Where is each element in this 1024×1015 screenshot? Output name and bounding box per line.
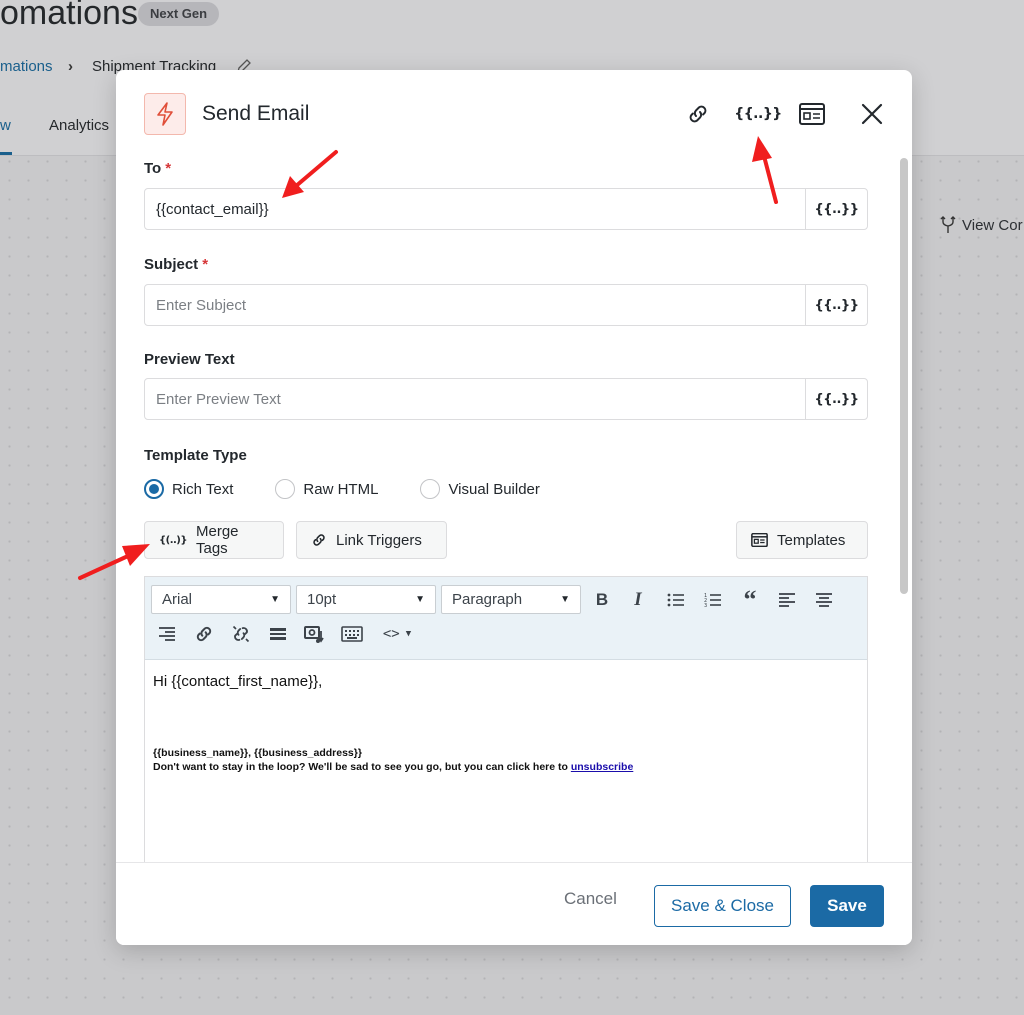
breadcrumb-parent-link[interactable]: mations xyxy=(0,58,53,75)
close-icon[interactable] xyxy=(856,98,888,130)
required-marker: * xyxy=(202,256,209,273)
unsubscribe-text: Don't want to stay in the loop? We'll be… xyxy=(153,761,568,773)
blockquote-icon[interactable]: “ xyxy=(736,585,764,614)
to-label-text: To xyxy=(144,160,162,177)
chevron-down-icon: ▼ xyxy=(270,594,280,605)
radio-raw-html[interactable]: Raw HTML xyxy=(275,479,378,499)
radio-label: Rich Text xyxy=(172,480,234,498)
tab-active-indicator xyxy=(0,152,12,155)
keyboard-icon[interactable] xyxy=(338,620,366,648)
required-marker: * xyxy=(165,160,172,177)
merge-tags-label: Merge Tags xyxy=(195,523,239,557)
svg-text:3: 3 xyxy=(704,603,707,608)
align-right-icon[interactable] xyxy=(153,620,181,648)
preview-merge-tags-button[interactable]: {{..}} xyxy=(805,379,867,419)
preview-text-label: Preview Text xyxy=(144,351,235,368)
radio-rich-text[interactable]: Rich Text xyxy=(144,479,233,499)
unsubscribe-link[interactable]: unsubscribe xyxy=(571,761,633,773)
to-field[interactable] xyxy=(145,189,805,229)
cancel-button[interactable]: Cancel xyxy=(564,889,617,909)
font-family-value: Arial xyxy=(162,591,193,608)
modal-footer: Cancel Save & Close Save xyxy=(116,862,912,945)
unsubscribe-line: Don't want to stay in the loop? We'll be… xyxy=(153,760,859,774)
link-icon[interactable] xyxy=(682,98,714,130)
preview-icon[interactable] xyxy=(796,98,828,130)
view-contacts-link[interactable]: View Cor xyxy=(940,216,1023,234)
bullet-list-icon[interactable] xyxy=(662,586,690,614)
breadcrumb-separator: › xyxy=(68,58,73,75)
template-type-options: Rich Text Raw HTML Visual Builder xyxy=(144,479,582,499)
bold-icon[interactable]: B xyxy=(588,586,616,614)
rich-text-editor: Arial ▼ 10pt ▼ Paragraph ▼ B I 123 “ <> … xyxy=(144,576,868,876)
link-triggers-label: Link Triggers xyxy=(336,531,422,549)
block-format-select[interactable]: Paragraph ▼ xyxy=(441,585,581,614)
subject-label: Subject * xyxy=(144,256,208,273)
to-label: To * xyxy=(144,160,171,177)
radio-label: Visual Builder xyxy=(448,480,540,498)
preview-text-input[interactable] xyxy=(145,379,805,419)
templates-label: Templates xyxy=(777,531,846,549)
lightning-icon xyxy=(144,93,186,135)
send-email-modal: Send Email {{..}} To* {{..}} Subject* {{… xyxy=(116,70,912,945)
radio-visual-builder[interactable]: Visual Builder xyxy=(420,479,540,499)
font-size-value: 10pt xyxy=(307,591,337,608)
editor-toolbar: Arial ▼ 10pt ▼ Paragraph ▼ B I 123 “ <> … xyxy=(145,577,867,660)
template-icon xyxy=(751,533,768,547)
to-merge-tags-button[interactable]: {{..}} xyxy=(805,189,867,229)
preview-text-field-group: {{..}} xyxy=(144,378,868,420)
modal-scrollbar[interactable] xyxy=(900,158,908,594)
modal-title: Send Email xyxy=(202,102,310,125)
insert-link-icon[interactable] xyxy=(190,620,218,648)
subject-merge-tags-button[interactable]: {{..}} xyxy=(805,285,867,325)
insert-image-icon[interactable] xyxy=(301,620,329,648)
link-triggers-button[interactable]: Link Triggers xyxy=(296,521,447,559)
business-info-line: {{business_name}}, {{business_address}} xyxy=(153,747,362,759)
subject-input[interactable] xyxy=(145,285,805,325)
page-title: omations xyxy=(0,0,138,32)
radio-indicator xyxy=(275,479,296,499)
view-contacts-label: View Cor xyxy=(962,216,1023,234)
subject-label-text: Subject xyxy=(144,256,199,273)
unlink-icon[interactable] xyxy=(227,620,255,648)
to-field-group: {{..}} xyxy=(144,188,868,230)
font-family-select[interactable]: Arial ▼ xyxy=(151,585,291,614)
editor-content[interactable]: Hi {{contact_first_name}}, {{business_na… xyxy=(153,673,859,774)
code-brackets-icon: <> xyxy=(382,626,400,642)
modal-header: Send Email {{..}} xyxy=(116,70,912,156)
tab-analytics[interactable]: Analytics xyxy=(49,117,109,134)
link-icon xyxy=(313,534,325,546)
align-center-icon[interactable] xyxy=(810,586,838,614)
tab-workflow[interactable]: w xyxy=(0,117,11,134)
radio-indicator xyxy=(420,479,441,499)
save-and-close-button[interactable]: Save & Close xyxy=(654,885,791,927)
chevron-down-icon: ▼ xyxy=(415,594,425,605)
templates-button[interactable]: Templates xyxy=(736,521,868,559)
merge-tags-small-icon: {(..)} xyxy=(159,534,187,546)
italic-icon[interactable]: I xyxy=(624,586,652,614)
radio-label: Raw HTML xyxy=(303,480,379,498)
font-size-select[interactable]: 10pt ▼ xyxy=(296,585,436,614)
radio-indicator xyxy=(144,479,164,499)
align-left-icon[interactable] xyxy=(773,586,801,614)
next-gen-badge: Next Gen xyxy=(138,2,220,26)
save-button[interactable]: Save xyxy=(810,885,884,927)
greeting-text: Hi {{contact_first_name}}, xyxy=(153,673,323,690)
subject-field-group: {{..}} xyxy=(144,284,868,326)
numbered-list-icon[interactable]: 123 xyxy=(699,586,727,614)
chevron-down-icon: ▼ xyxy=(405,629,412,639)
source-code-icon[interactable]: <> ▼ xyxy=(375,620,419,648)
block-format-value: Paragraph xyxy=(452,591,523,608)
branch-icon xyxy=(940,216,956,233)
horizontal-rule-icon[interactable] xyxy=(264,620,292,648)
chevron-down-icon: ▼ xyxy=(560,594,570,605)
merge-tags-button[interactable]: {(..)} Merge Tags xyxy=(144,521,284,559)
merge-tags-icon[interactable]: {{..}} xyxy=(734,98,782,130)
template-type-label: Template Type xyxy=(144,447,247,464)
